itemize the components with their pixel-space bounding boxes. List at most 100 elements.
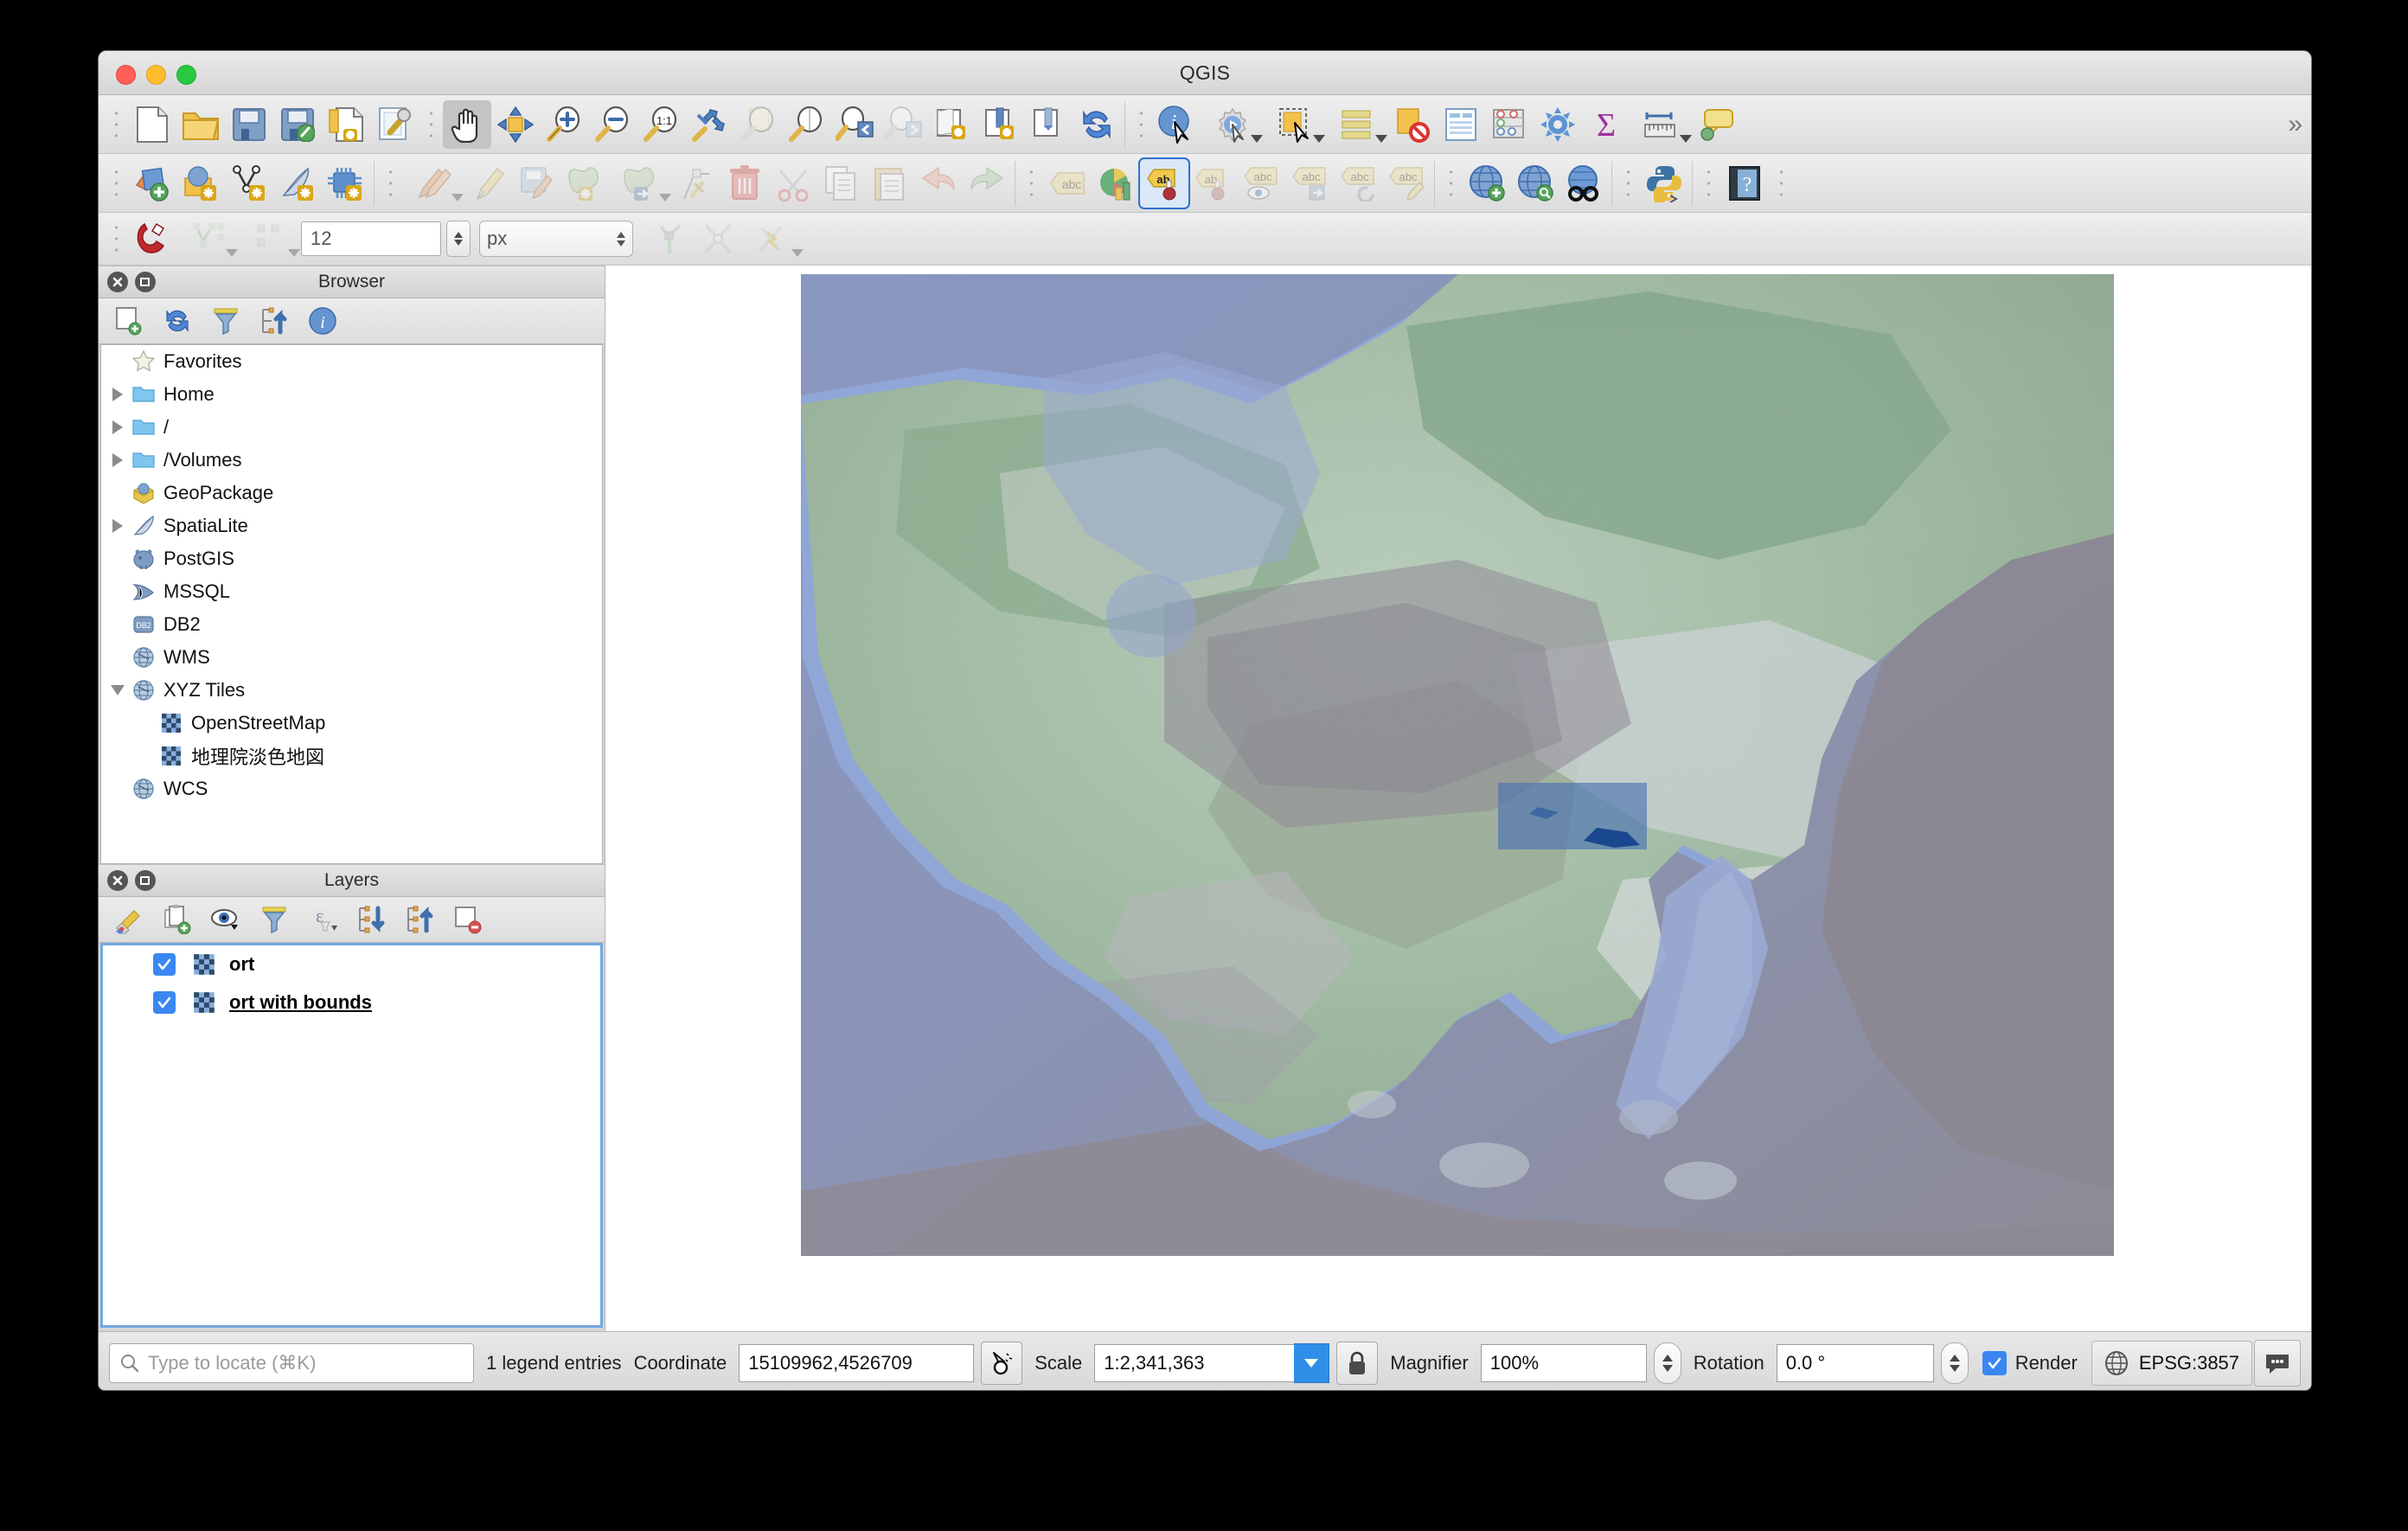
coordinate-value[interactable]: 15109962,4526709 <box>739 1344 975 1382</box>
close-layers-panel-button[interactable] <box>107 870 128 891</box>
zoom-native-button[interactable]: 1:1 <box>637 100 685 149</box>
move-label-button[interactable]: abc <box>1285 159 1334 208</box>
metasearch-button[interactable] <box>1511 159 1559 208</box>
add-selected-layers-icon[interactable] <box>109 302 149 340</box>
browser-item-favorites[interactable]: Favorites <box>101 345 602 378</box>
save-project-button[interactable] <box>225 100 273 149</box>
toolbar-overflow-button[interactable]: » <box>2279 110 2311 139</box>
add-mesh-layer-button[interactable] <box>322 159 370 208</box>
processing-toolbox-button[interactable] <box>1534 100 1582 149</box>
zoom-to-layer-button[interactable] <box>782 100 830 149</box>
snapping-mode-button[interactable] <box>176 215 239 263</box>
eye-icon[interactable] <box>206 900 246 938</box>
browser-tree[interactable]: Favorites Home / /Volumes GeoPackage SpatiaLi… <box>100 344 603 864</box>
add-spatialite-layer-button[interactable] <box>273 159 322 208</box>
vertex-tool-button[interactable] <box>672 159 720 208</box>
paintbrush-icon[interactable] <box>109 900 149 938</box>
identify-features-button[interactable]: i <box>1153 100 1201 149</box>
select-by-form-button[interactable] <box>1326 100 1388 149</box>
magnifier-value[interactable]: 100% <box>1480 1344 1647 1382</box>
expand-arrow-icon[interactable] <box>106 420 129 434</box>
toolbar-grip[interactable] <box>1025 163 1037 203</box>
toolbar-grip[interactable] <box>1135 104 1147 144</box>
toolbar-grip[interactable] <box>110 104 122 144</box>
open-project-button[interactable] <box>176 100 225 149</box>
snapping-tolerance-input[interactable]: 12 <box>301 221 441 256</box>
layer-visibility-checkbox[interactable] <box>153 991 176 1014</box>
remove-layer-icon[interactable] <box>448 900 488 938</box>
browser-item-spatialite[interactable]: SpatiaLite <box>101 509 602 542</box>
map-canvas[interactable] <box>801 274 2114 1256</box>
float-layers-panel-button[interactable] <box>135 870 156 891</box>
toolbar-grip[interactable] <box>384 163 396 203</box>
map-tips-button[interactable] <box>1693 100 1741 149</box>
float-browser-panel-button[interactable] <box>135 272 156 292</box>
add-delimited-text-layer-button[interactable] <box>225 159 273 208</box>
filter-icon[interactable] <box>206 302 246 340</box>
new-3d-map-view-button[interactable] <box>976 100 1024 149</box>
copy-features-button[interactable] <box>817 159 866 208</box>
close-browser-panel-button[interactable] <box>107 272 128 292</box>
scale-value[interactable]: 1:2,341,363 <box>1094 1344 1295 1382</box>
current-edits-button[interactable] <box>402 159 464 208</box>
zoom-next-button[interactable] <box>879 100 927 149</box>
snapping-type-button[interactable] <box>239 215 301 263</box>
open-attribute-table-button[interactable] <box>1437 100 1485 149</box>
snapping-toggle-button[interactable] <box>128 215 176 263</box>
chevron-down-icon[interactable] <box>226 249 238 257</box>
rotation-value[interactable]: 0.0 ° <box>1776 1344 1934 1382</box>
move-feature-button[interactable] <box>610 159 672 208</box>
expand-arrow-icon[interactable] <box>106 453 129 467</box>
help-button[interactable]: ? <box>1720 159 1769 208</box>
browser-item-wcs[interactable]: WCS <box>101 772 602 805</box>
locator-search-input[interactable]: Type to locate (⌘K) <box>109 1343 474 1383</box>
highlight-pinned-labels-button[interactable]: ab <box>1138 157 1190 209</box>
zoom-window-button[interactable] <box>176 65 196 85</box>
layout-manager-button[interactable] <box>370 100 419 149</box>
field-calculator-button[interactable] <box>1485 100 1534 149</box>
browser-item-volumes[interactable]: /Volumes <box>101 444 602 477</box>
info-icon[interactable]: i <box>303 302 343 340</box>
browser-item-[interactable]: 地理院淡色地図 <box>101 740 602 772</box>
rotate-label-button[interactable]: abc <box>1334 159 1382 208</box>
chevron-down-icon[interactable] <box>452 193 464 202</box>
toolbar-grip[interactable] <box>1622 163 1634 203</box>
magnifier-stepper[interactable] <box>1653 1342 1681 1384</box>
browser-item-wms[interactable]: WMS <box>101 641 602 674</box>
zoom-out-button[interactable] <box>588 100 637 149</box>
chevron-down-icon[interactable] <box>288 249 300 257</box>
render-checkbox[interactable] <box>1982 1351 2007 1375</box>
expand-arrow-icon[interactable] <box>106 519 129 533</box>
locate-globe-button[interactable] <box>1559 159 1608 208</box>
python-console-button[interactable] <box>1640 159 1688 208</box>
toolbar-grip[interactable] <box>1444 163 1457 203</box>
crs-status-button[interactable]: EPSG:3857 <box>2091 1341 2253 1386</box>
rotation-stepper[interactable] <box>1940 1342 1969 1384</box>
toolbar-grip[interactable] <box>425 104 437 144</box>
layer-visibility-checkbox[interactable] <box>153 953 176 976</box>
browser-item-openstreetmap[interactable]: OpenStreetMap <box>101 707 602 740</box>
minimize-window-button[interactable] <box>146 65 166 85</box>
statistical-summary-button[interactable]: Σ <box>1582 100 1630 149</box>
collapse-all-icon[interactable] <box>254 302 294 340</box>
avoid-overlap-button[interactable] <box>694 215 742 263</box>
pan-map-button[interactable] <box>443 99 491 149</box>
pin-labels-button[interactable]: ab <box>1188 159 1237 208</box>
measure-line-button[interactable] <box>1630 100 1693 149</box>
run-feature-action-button[interactable] <box>1201 100 1264 149</box>
save-layer-edits-button[interactable] <box>513 159 561 208</box>
scale-lock-button[interactable] <box>1336 1342 1379 1385</box>
label-toolbar-button[interactable]: abc <box>1043 159 1092 208</box>
collapse-all-icon[interactable] <box>400 900 439 938</box>
toggle-editing-button[interactable] <box>464 159 513 208</box>
change-label-button[interactable]: abc <box>1382 159 1431 208</box>
chevron-down-icon[interactable] <box>659 193 671 202</box>
redo-button[interactable] <box>963 159 1011 208</box>
undo-button[interactable] <box>914 159 963 208</box>
new-map-view-button[interactable] <box>927 100 976 149</box>
add-vector-layer-button[interactable] <box>128 159 176 208</box>
toolbar-grip[interactable] <box>1775 163 1787 203</box>
delete-selected-button[interactable] <box>720 159 769 208</box>
coordinate-capture-icon[interactable] <box>981 1342 1023 1385</box>
diagram-properties-button[interactable] <box>1092 159 1140 208</box>
